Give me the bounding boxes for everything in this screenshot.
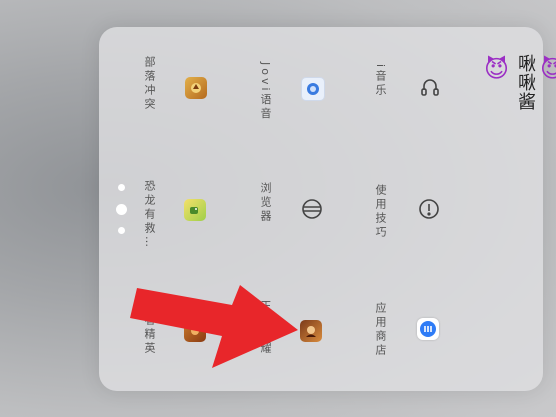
- folder-title[interactable]: 😈 啾啾酱 😈: [484, 54, 556, 111]
- devil-emoji-icon: 😈: [540, 55, 556, 83]
- app-label: 恐龙有救…: [143, 180, 156, 250]
- clash-of-clans-icon[interactable]: [185, 77, 207, 99]
- app-label: 使用技巧: [374, 184, 387, 240]
- dino-game-icon[interactable]: [184, 199, 206, 221]
- headphones-icon[interactable]: [418, 76, 442, 100]
- devil-emoji-icon: 😈: [484, 55, 511, 83]
- jovi-voice-icon[interactable]: [301, 77, 325, 101]
- app-label: 部落冲突: [143, 56, 156, 112]
- app-label: 应用商店: [374, 302, 387, 358]
- app-store-icon[interactable]: [417, 318, 439, 340]
- page-dot[interactable]: [118, 184, 125, 191]
- tips-icon[interactable]: [417, 197, 441, 221]
- honor-of-kings-icon[interactable]: [300, 320, 322, 342]
- browser-icon[interactable]: [300, 197, 324, 221]
- app-label: 王者精英: [143, 300, 156, 356]
- app-label: 王者荣耀: [259, 300, 272, 356]
- app-label: Jovi语音: [259, 62, 272, 122]
- page-dot-active[interactable]: [116, 204, 127, 215]
- app-label: 浏览器: [259, 182, 272, 224]
- game-icon[interactable]: [184, 320, 206, 342]
- app-label: i音乐: [374, 64, 387, 99]
- page-dot[interactable]: [118, 227, 125, 234]
- folder-title-text: 啾啾酱: [515, 54, 537, 111]
